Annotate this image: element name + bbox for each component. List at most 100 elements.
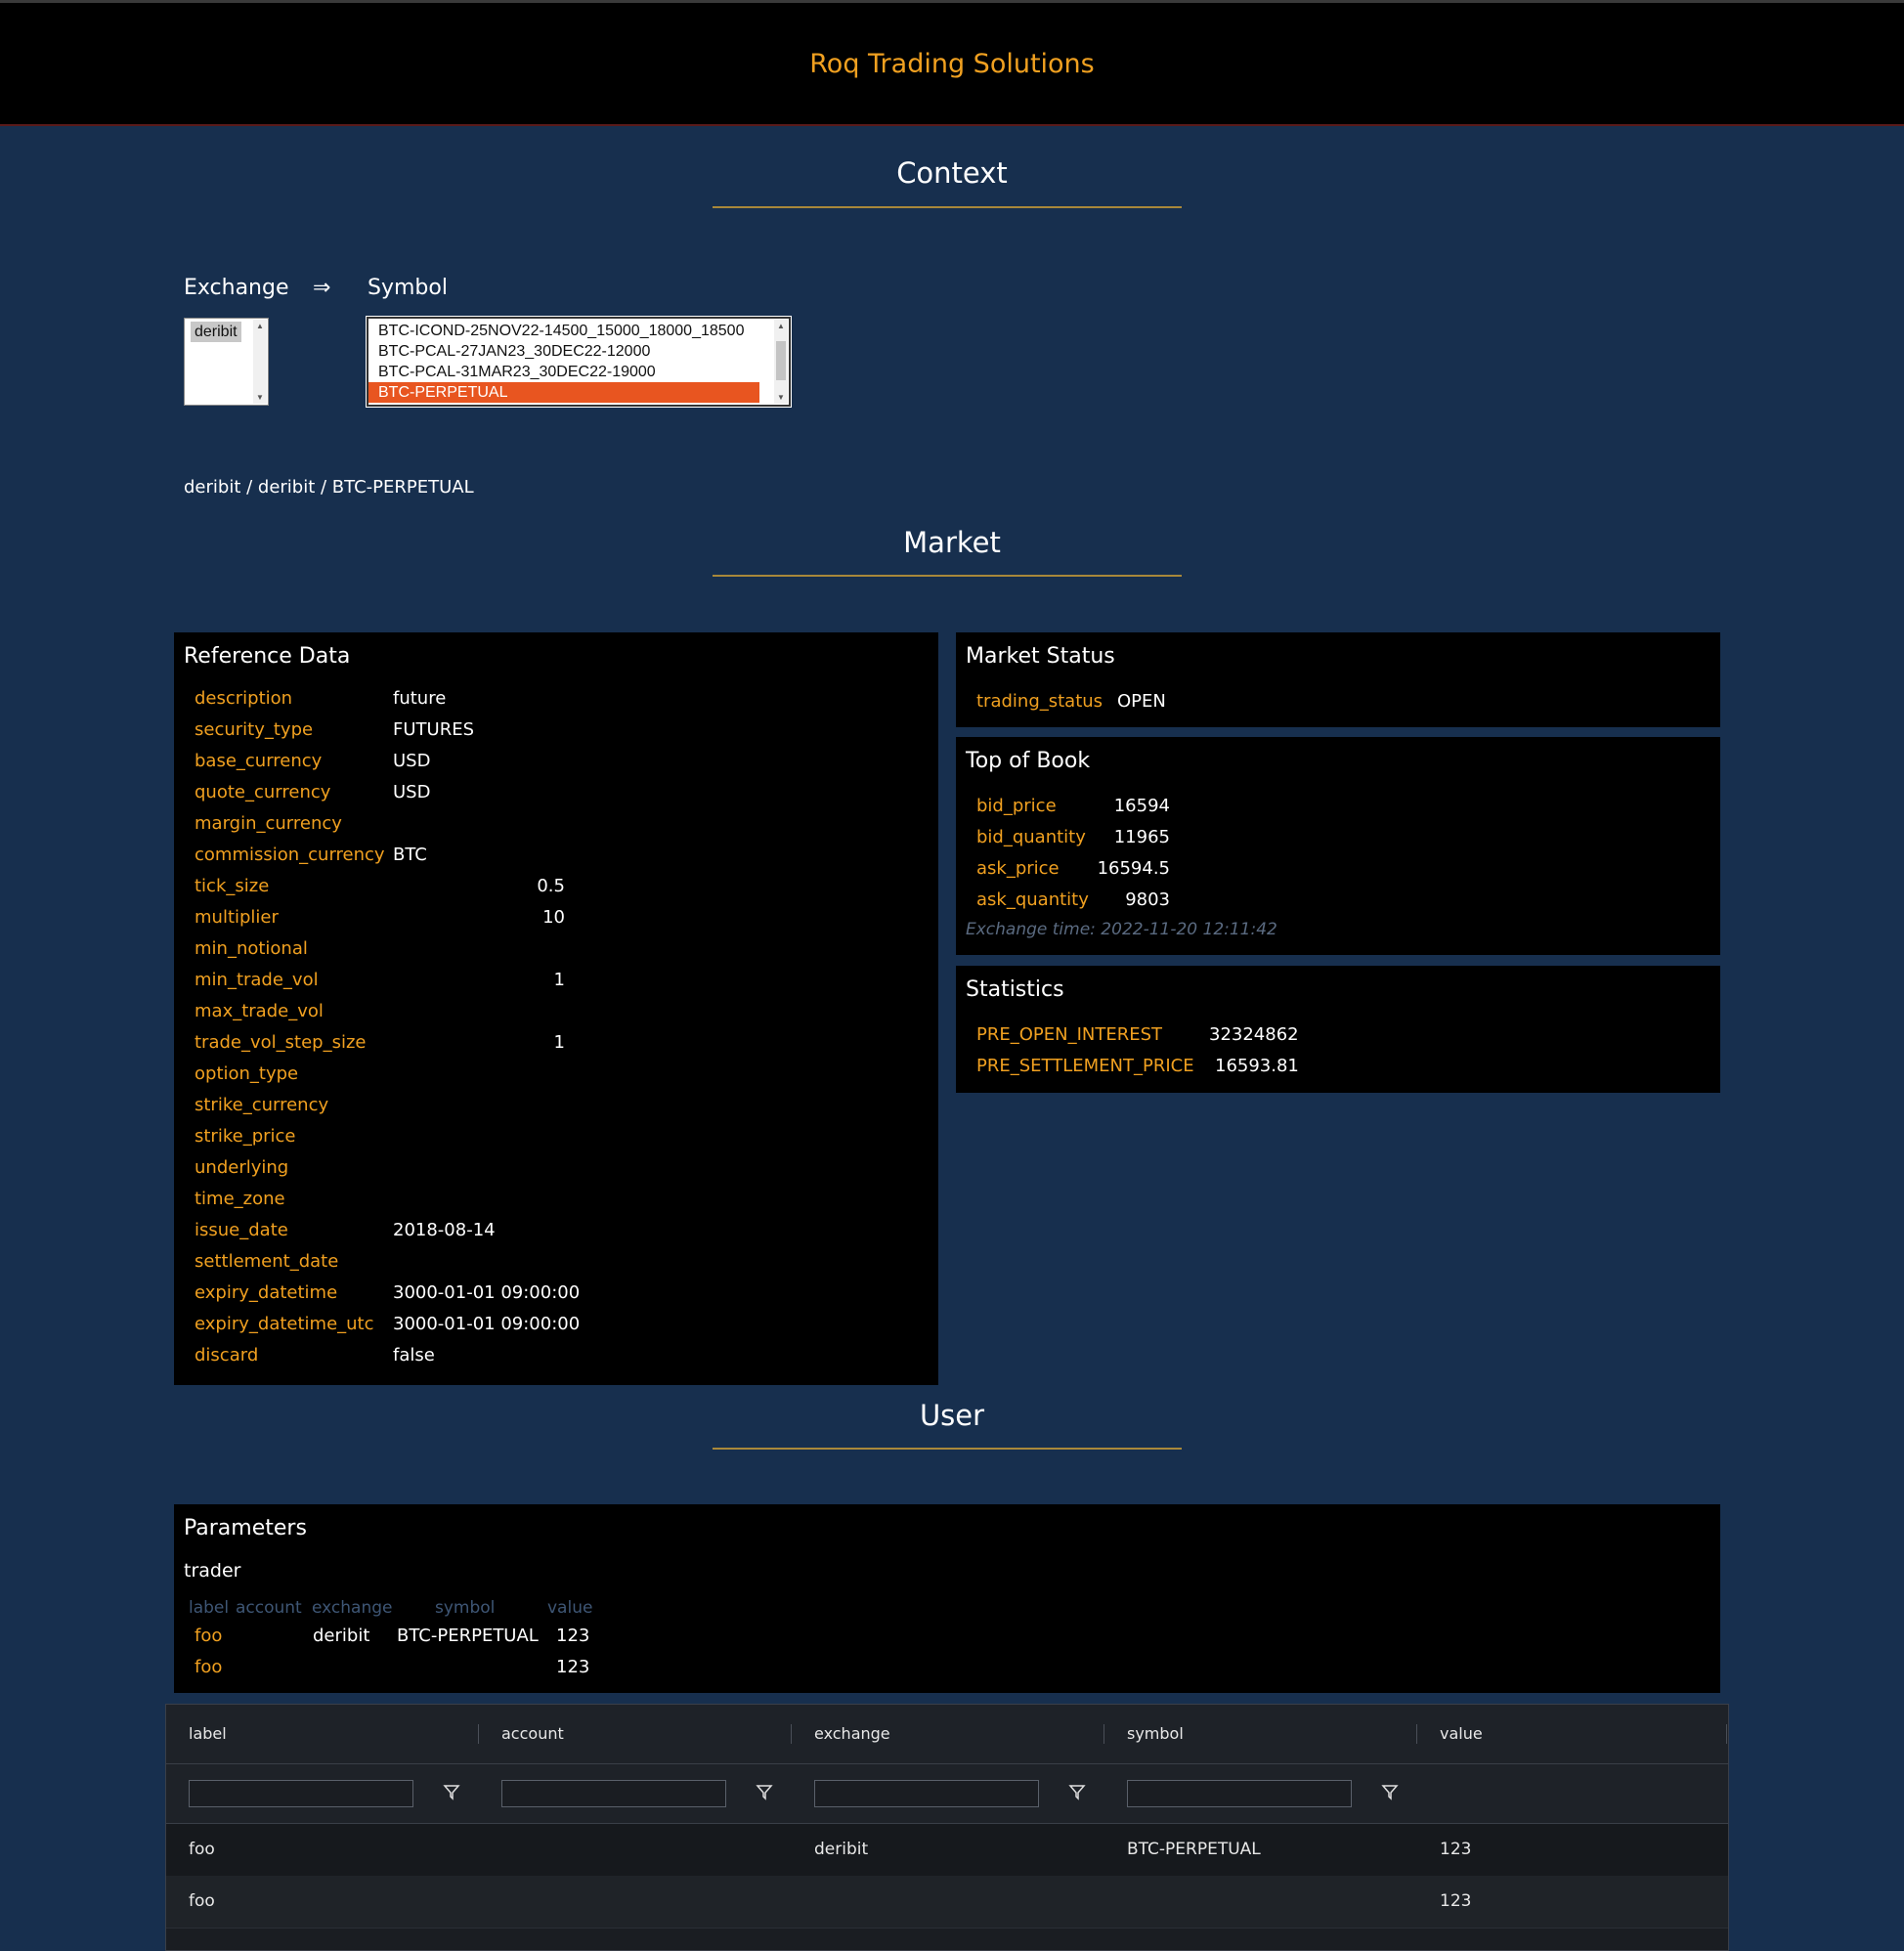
- reference-value: 2018-08-14: [393, 1220, 496, 1240]
- book-value: 16594.5: [1097, 858, 1170, 879]
- app-header: Roq Trading Solutions: [0, 3, 1904, 126]
- filter-icon[interactable]: [755, 1782, 774, 1801]
- symbol-option-selected[interactable]: BTC-PERPETUAL: [368, 382, 759, 403]
- reference-key: settlement_date: [195, 1251, 339, 1272]
- cell-label: foo: [189, 1840, 215, 1859]
- reference-key: discard: [195, 1345, 259, 1366]
- table-row[interactable]: foo 123: [166, 1876, 1728, 1929]
- parameters-grid[interactable]: label account exchange symbol value foo …: [165, 1704, 1729, 1951]
- cell-exchange: deribit: [814, 1840, 869, 1859]
- reference-key: min_notional: [195, 938, 308, 959]
- symbol-option[interactable]: BTC-PCAL-31MAR23_30DEC22-19000: [368, 362, 769, 382]
- column-resize-handle[interactable]: [1103, 1724, 1104, 1744]
- filter-icon[interactable]: [442, 1782, 461, 1801]
- cell-value: 123: [1440, 1891, 1472, 1911]
- book-key: bid_quantity: [976, 827, 1086, 847]
- column-resize-handle[interactable]: [1726, 1724, 1727, 1744]
- column-header-symbol[interactable]: symbol: [1127, 1724, 1184, 1743]
- top-of-book-panel: Top of Book bid_price 16594 bid_quantity 11…: [956, 737, 1720, 955]
- book-key: bid_price: [976, 796, 1057, 816]
- reference-key: expiry_datetime: [195, 1282, 338, 1303]
- reference-value: 1: [553, 970, 565, 990]
- exchange-listbox[interactable]: deribit ▲ ▼: [184, 318, 269, 406]
- table-row[interactable]: foo deribit BTC-PERPETUAL 123: [166, 1824, 1728, 1877]
- reference-value: 10: [542, 907, 565, 928]
- symbol-listbox[interactable]: BTC-ICOND-25NOV22-14500_15000_18000_1850…: [366, 316, 792, 408]
- column-resize-handle[interactable]: [791, 1724, 792, 1744]
- stat-key: PRE_OPEN_INTEREST: [976, 1024, 1163, 1045]
- parameters-user: trader: [184, 1560, 241, 1582]
- param-label: foo: [195, 1657, 223, 1677]
- section-title-context: Context: [896, 156, 1008, 190]
- market-status-title: Market Status: [966, 644, 1115, 669]
- reference-value: 0.5: [537, 876, 565, 896]
- column-resize-handle[interactable]: [478, 1724, 479, 1744]
- filter-input-account[interactable]: [501, 1780, 726, 1807]
- param-label: foo: [195, 1626, 223, 1646]
- reference-value: BTC: [393, 845, 427, 865]
- exchange-option[interactable]: deribit: [191, 322, 241, 342]
- cell-symbol: BTC-PERPETUAL: [1127, 1840, 1261, 1859]
- cell-label: foo: [189, 1891, 215, 1911]
- reference-value: USD: [393, 751, 431, 771]
- grid-header: label account exchange symbol value: [166, 1705, 1728, 1764]
- reference-key: description: [195, 688, 293, 709]
- scroll-up-icon[interactable]: ▲: [253, 322, 267, 330]
- reference-key: option_type: [195, 1063, 299, 1084]
- reference-value: future: [393, 688, 447, 709]
- scroll-up-icon[interactable]: ▲: [774, 322, 788, 330]
- scroll-down-icon[interactable]: ▼: [774, 393, 788, 402]
- reference-key: margin_currency: [195, 813, 342, 834]
- stat-key: PRE_SETTLEMENT_PRICE: [976, 1056, 1194, 1076]
- trading-status-value: OPEN: [1117, 691, 1166, 712]
- param-header-account: account: [236, 1598, 302, 1618]
- column-header-exchange[interactable]: exchange: [814, 1724, 890, 1743]
- arrow-icon: ⇒: [313, 276, 331, 300]
- section-rule-market: [713, 575, 1182, 577]
- exchange-scrollbar[interactable]: ▲ ▼: [253, 320, 267, 404]
- param-header-symbol: symbol: [435, 1598, 496, 1618]
- param-header-exchange: exchange: [312, 1598, 393, 1618]
- book-key: ask_price: [976, 858, 1060, 879]
- param-value: 123: [556, 1626, 590, 1646]
- reference-value: FUTURES: [393, 719, 475, 740]
- book-value: 9803: [1125, 889, 1170, 910]
- parameters-panel: Parameters trader: [174, 1504, 1720, 1693]
- book-key: ask_quantity: [976, 889, 1089, 910]
- filter-input-label[interactable]: [189, 1780, 413, 1807]
- reference-key: max_trade_vol: [195, 1001, 324, 1021]
- column-header-label[interactable]: label: [189, 1724, 227, 1743]
- symbol-label: Symbol: [368, 276, 448, 300]
- param-header-value: value: [547, 1598, 593, 1618]
- param-header-label: label: [189, 1598, 230, 1618]
- parameters-title: Parameters: [184, 1516, 307, 1540]
- scroll-down-icon[interactable]: ▼: [253, 393, 267, 402]
- column-header-account[interactable]: account: [501, 1724, 564, 1743]
- section-title-user: User: [919, 1399, 985, 1432]
- top-of-book-title: Top of Book: [966, 749, 1091, 773]
- filter-icon[interactable]: [1067, 1782, 1087, 1801]
- symbol-option[interactable]: BTC-ICOND-25NOV22-14500_15000_18000_1850…: [368, 321, 769, 341]
- column-resize-handle[interactable]: [1416, 1724, 1417, 1744]
- scroll-thumb[interactable]: [776, 341, 786, 380]
- reference-value: USD: [393, 782, 431, 802]
- column-header-value[interactable]: value: [1440, 1724, 1483, 1743]
- param-exchange: deribit: [313, 1626, 370, 1646]
- section-rule-user: [713, 1448, 1182, 1450]
- section-title-market: Market: [903, 526, 1001, 559]
- market-status-panel: Market Status trading_status OPEN: [956, 632, 1720, 727]
- symbol-scrollbar[interactable]: ▲ ▼: [774, 320, 788, 404]
- filter-icon[interactable]: [1380, 1782, 1400, 1801]
- exchange-time: Exchange time: 2022-11-20 12:11:42: [966, 920, 1277, 939]
- symbol-option[interactable]: BTC-PCAL-27JAN23_30DEC22-12000: [368, 341, 769, 362]
- reference-value: 3000-01-01 09:00:00: [393, 1314, 581, 1334]
- filter-input-symbol[interactable]: [1127, 1780, 1352, 1807]
- reference-key: trade_vol_step_size: [195, 1032, 367, 1053]
- reference-key: min_trade_vol: [195, 970, 319, 990]
- exchange-label: Exchange: [184, 276, 289, 300]
- trading-status-key: trading_status: [976, 691, 1103, 712]
- reference-key: tick_size: [195, 876, 270, 896]
- filter-input-exchange[interactable]: [814, 1780, 1039, 1807]
- statistics-panel: Statistics PRE_OPEN_INTEREST 32324862 PR…: [956, 966, 1720, 1093]
- stat-value: 32324862: [1209, 1024, 1299, 1045]
